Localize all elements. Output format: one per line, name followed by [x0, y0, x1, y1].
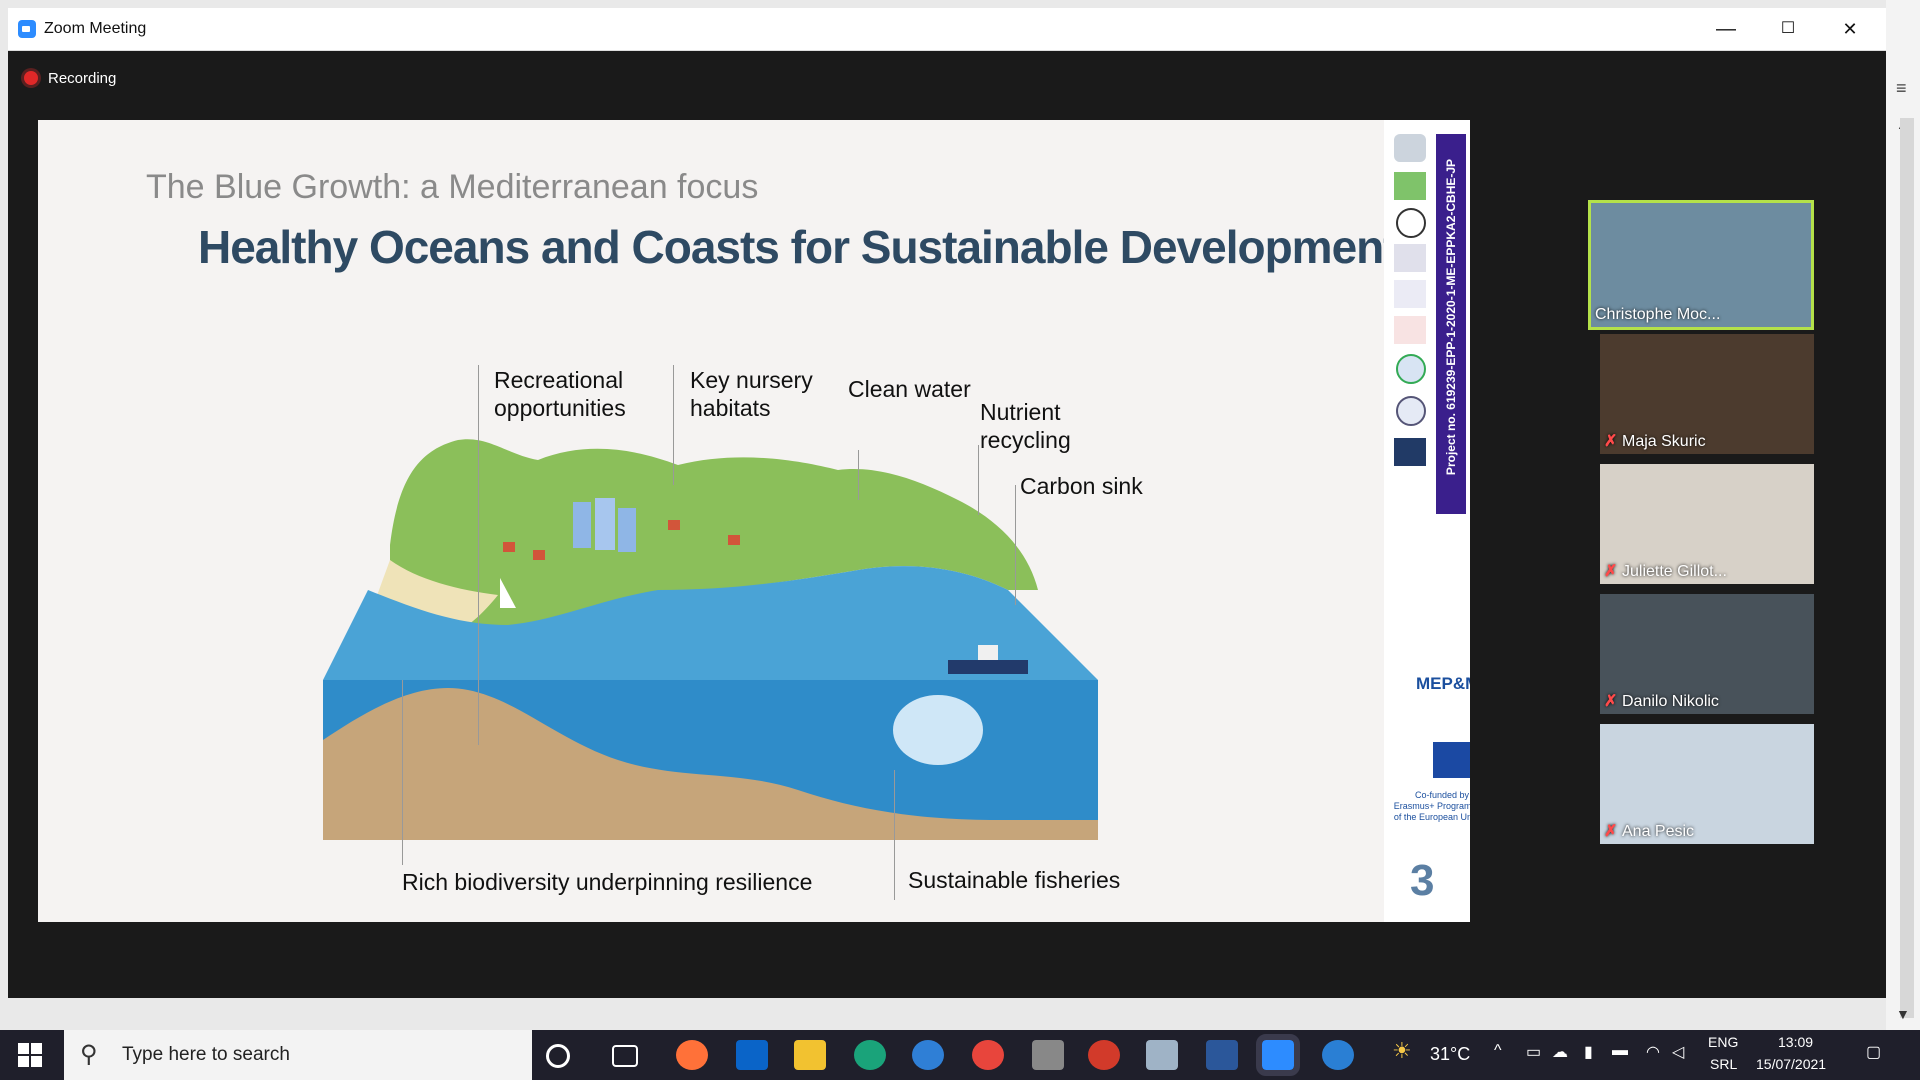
volume-icon[interactable]: ◁	[1672, 1042, 1684, 1062]
hamburger-icon[interactable]: ≡	[1896, 78, 1907, 99]
eu-flag-icon	[1433, 742, 1470, 778]
label-nursery: Key nursery habitats	[690, 367, 813, 421]
help-icon[interactable]	[1322, 1040, 1354, 1070]
label-line	[478, 365, 479, 745]
wifi-icon[interactable]: ◠	[1646, 1042, 1660, 1062]
label-line	[1015, 485, 1016, 605]
participant-tile[interactable]: Christophe Moc...	[1588, 200, 1814, 330]
firefox-icon[interactable]	[676, 1040, 708, 1070]
partner-logo-icon	[1394, 280, 1426, 308]
label-carbon: Carbon sink	[1020, 473, 1143, 499]
participant-name: Danilo Nikolic	[1622, 693, 1719, 710]
participant-tile[interactable]: ✗ Juliette Gillot...	[1600, 464, 1814, 584]
maximize-button[interactable]: ☐	[1768, 14, 1808, 44]
minimize-button[interactable]: —	[1706, 14, 1746, 44]
zoom-taskbar-icon[interactable]	[1256, 1034, 1300, 1076]
zoom-window: Zoom Meeting — ☐ ✕ Recording The Blue Gr…	[8, 8, 1886, 998]
microphone-icon[interactable]: ▮	[1584, 1042, 1593, 1062]
participant-name: Juliette Gillot...	[1622, 563, 1727, 580]
shared-slide: The Blue Growth: a Mediterranean focus H…	[38, 120, 1470, 922]
weather-icon[interactable]: ☀	[1392, 1038, 1412, 1064]
language-line1[interactable]: ENG	[1708, 1034, 1738, 1050]
recording-indicator[interactable]: Recording	[24, 70, 116, 87]
participant-tile[interactable]: ✗ Ana Pesic	[1600, 724, 1814, 844]
participant-tile[interactable]: ✗ Maja Skuric	[1600, 334, 1814, 454]
taskbar: ⚲ Type here to search ☀ 31°C ^ ▭ ☁ ▮ ▬ ◠…	[0, 1030, 1920, 1080]
battery-icon[interactable]: ▬	[1612, 1042, 1628, 1060]
partner-logo-icon	[1394, 244, 1426, 272]
app-icon[interactable]	[1146, 1040, 1178, 1070]
language-line2[interactable]: SRL	[1710, 1056, 1737, 1072]
project-number: Project no. 619239-EPP-1-2020-1-ME-EPPKA…	[1444, 158, 1458, 476]
partner-logo-icon	[1396, 396, 1426, 426]
mic-muted-icon: ✗	[1604, 693, 1618, 710]
partner-logo-icon	[1394, 172, 1426, 200]
file-explorer-icon[interactable]	[794, 1040, 826, 1070]
app-icon[interactable]	[1088, 1040, 1120, 1070]
scrollbar[interactable]	[1900, 118, 1914, 1018]
edge-icon[interactable]	[854, 1040, 886, 1070]
background-window: ≡ ▲ ▼	[1886, 0, 1920, 1030]
ocean-coast-illustration	[323, 439, 1098, 840]
chrome-icon[interactable]	[972, 1040, 1004, 1070]
title-bar: Zoom Meeting — ☐ ✕	[8, 8, 1886, 51]
mepm-logo: MEP&M	[1416, 674, 1470, 693]
label-line	[402, 680, 403, 865]
internet-explorer-icon[interactable]	[912, 1040, 944, 1070]
clock-date[interactable]: 15/07/2021	[1756, 1056, 1826, 1072]
task-view-icon[interactable]	[612, 1045, 638, 1067]
label-line	[978, 445, 979, 515]
label-fisheries: Sustainable fisheries	[908, 867, 1121, 893]
search-icon: ⚲	[80, 1041, 98, 1068]
calculator-icon[interactable]	[1032, 1040, 1064, 1070]
label-line	[858, 450, 859, 500]
mic-muted-icon: ✗	[1604, 563, 1618, 580]
partner-logo-icon	[1394, 438, 1426, 466]
label-line	[673, 365, 674, 485]
partner-logo-icon	[1394, 316, 1426, 344]
notification-icon[interactable]: ▢	[1866, 1042, 1881, 1062]
participant-name: Ana Pesic	[1622, 823, 1695, 840]
mic-muted-icon: ✗	[1604, 433, 1618, 450]
windows-start-icon[interactable]	[18, 1043, 42, 1067]
taskbar-search-box[interactable]: ⚲ Type here to search	[64, 1030, 532, 1080]
close-button[interactable]: ✕	[1830, 14, 1870, 44]
recording-label: Recording	[48, 70, 117, 87]
label-clean-water: Clean water	[848, 376, 971, 402]
weather-temp[interactable]: 31°C	[1430, 1044, 1470, 1065]
word-icon[interactable]	[1206, 1040, 1238, 1070]
partner-logo-icon	[1396, 354, 1426, 384]
label-recreational: Recreational opportunities	[494, 367, 626, 421]
clock-time[interactable]: 13:09	[1778, 1034, 1813, 1050]
label-biodiversity: Rich biodiversity underpinning resilienc…	[402, 869, 813, 895]
eu-cofunded-text: Co-funded by the Erasmus+ Programme of t…	[1393, 790, 1470, 822]
project-banner: Project no. 619239-EPP-1-2020-1-ME-EPPKA…	[1436, 134, 1466, 514]
participant-name: Maja Skuric	[1622, 433, 1706, 450]
onedrive-icon[interactable]: ☁	[1552, 1042, 1568, 1062]
scroll-down-icon[interactable]: ▼	[1896, 1006, 1910, 1022]
zoom-logo-icon	[18, 20, 36, 38]
tray-chevron-icon[interactable]: ^	[1494, 1042, 1502, 1060]
meet-now-icon[interactable]: ▭	[1526, 1042, 1541, 1062]
label-line	[894, 770, 895, 900]
slide-page-number: 3	[1410, 856, 1435, 905]
participant-tile[interactable]: ✗ Danilo Nikolic	[1600, 594, 1814, 714]
cortana-icon[interactable]	[546, 1044, 570, 1068]
label-nutrient: Nutrient recycling	[980, 399, 1071, 453]
partner-logo-icon	[1396, 208, 1426, 238]
window-title: Zoom Meeting	[44, 20, 147, 37]
record-icon	[24, 71, 38, 85]
participant-name: Christophe Moc...	[1595, 306, 1721, 323]
partner-logo-icon	[1394, 134, 1426, 162]
outlook-icon[interactable]	[736, 1040, 768, 1070]
search-placeholder: Type here to search	[122, 1044, 290, 1065]
mic-muted-icon: ✗	[1604, 823, 1618, 840]
